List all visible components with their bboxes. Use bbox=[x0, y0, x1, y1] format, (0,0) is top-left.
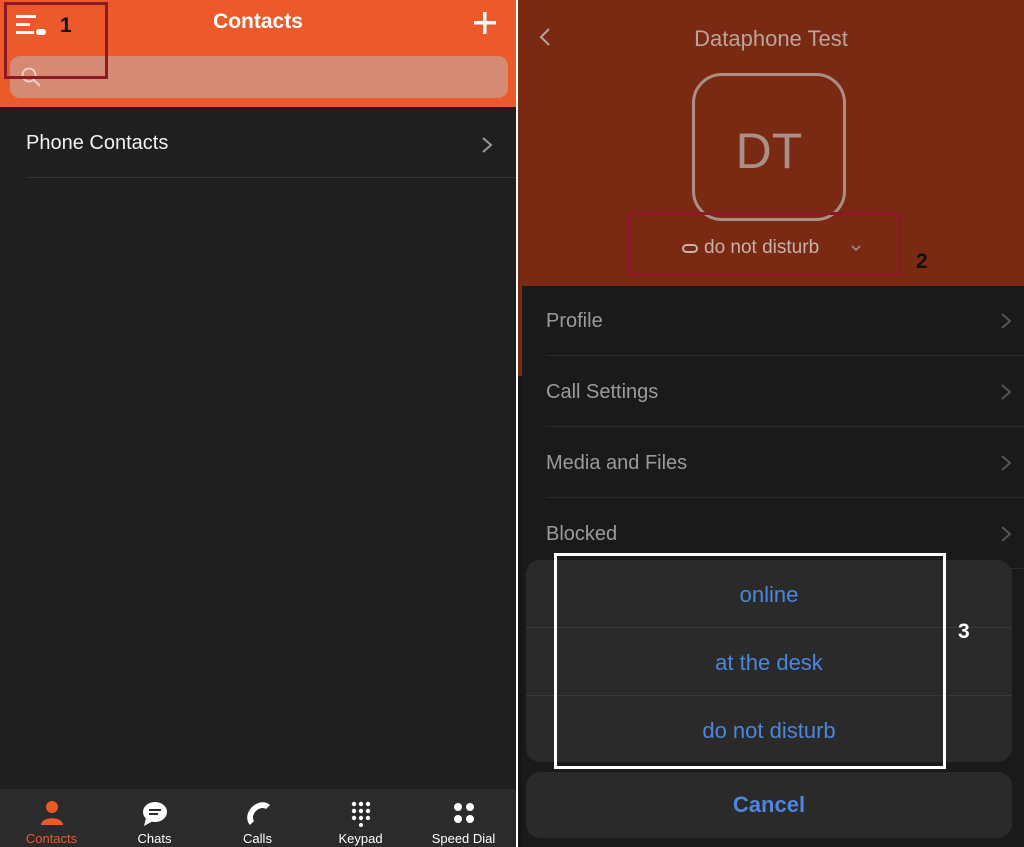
chevron-right-icon bbox=[1001, 526, 1012, 542]
profile-screen: Dataphone Test DT do not disturb Profile… bbox=[518, 0, 1024, 847]
annotation-box-1 bbox=[4, 2, 108, 79]
tab-contacts[interactable]: Contacts bbox=[0, 789, 103, 847]
tab-label: Calls bbox=[243, 831, 272, 846]
chevron-right-icon bbox=[1001, 384, 1012, 400]
phone-contacts-row[interactable]: Phone Contacts bbox=[26, 112, 516, 178]
tab-label: Contacts bbox=[25, 831, 78, 846]
chevron-right-icon bbox=[1001, 313, 1012, 329]
tab-bar: Contacts Chats Calls Keypad Speed Dial bbox=[0, 789, 516, 847]
keypad-icon bbox=[351, 801, 371, 827]
person-icon bbox=[41, 801, 63, 825]
annotation-number-1: 1 bbox=[60, 14, 72, 37]
tab-chats[interactable]: Chats bbox=[103, 789, 206, 847]
tab-calls[interactable]: Calls bbox=[206, 789, 309, 847]
contacts-screen: Contacts Phone Contacts Contacts Chats C… bbox=[0, 0, 516, 847]
menu-item-label: Profile bbox=[546, 310, 603, 332]
speed-dial-icon bbox=[454, 803, 474, 823]
menu-item-label: Blocked bbox=[546, 523, 618, 545]
plus-icon[interactable] bbox=[472, 10, 498, 36]
annotation-box-2 bbox=[628, 212, 902, 276]
cancel-label: Cancel bbox=[732, 792, 806, 817]
menu-item-profile[interactable]: Profile bbox=[546, 286, 1024, 356]
menu-item-media-and-files[interactable]: Media and Files bbox=[546, 428, 1024, 498]
avatar-initials: DT bbox=[735, 123, 803, 179]
chevron-right-icon bbox=[482, 137, 493, 153]
annotation-box-3 bbox=[554, 553, 946, 769]
tab-speed-dial[interactable]: Speed Dial bbox=[412, 789, 515, 847]
tab-label: Chats bbox=[137, 831, 172, 846]
menu-item-label: Call Settings bbox=[546, 381, 659, 403]
chevron-right-icon bbox=[1001, 455, 1012, 471]
tab-keypad[interactable]: Keypad bbox=[309, 789, 412, 847]
phone-contacts-label: Phone Contacts bbox=[26, 132, 169, 154]
contact-name: Dataphone Test bbox=[694, 26, 848, 51]
menu-item-label: Media and Files bbox=[546, 452, 688, 474]
annotation-number-3: 3 bbox=[958, 620, 970, 643]
avatar: DT bbox=[692, 73, 846, 221]
menu-item-call-settings[interactable]: Call Settings bbox=[546, 357, 1024, 427]
tab-label: Keypad bbox=[338, 831, 383, 846]
tab-label: Speed Dial bbox=[431, 831, 496, 846]
chat-bubble-icon bbox=[143, 802, 167, 826]
phone-icon bbox=[247, 802, 270, 825]
annotation-number-2: 2 bbox=[916, 250, 928, 273]
cancel-button[interactable]: Cancel bbox=[526, 772, 1012, 838]
